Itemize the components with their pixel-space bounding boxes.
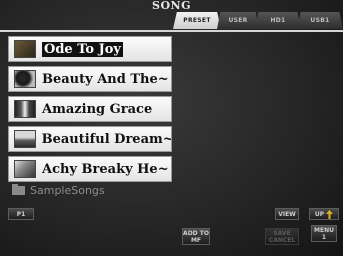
menu-number: 1 <box>321 233 327 241</box>
song-item-ode-to-joy[interactable]: Ode To Joy <box>8 36 172 62</box>
folder-item-samplesongs[interactable]: SampleSongs <box>12 184 105 197</box>
tab-hd1[interactable]: HD1 <box>255 12 301 29</box>
song-name: Achy Breaky He~ <box>42 161 169 177</box>
tab-underline <box>0 30 343 32</box>
cancel-label: CANCEL <box>268 236 296 244</box>
song-name: Beautiful Dream~ <box>41 131 171 147</box>
song-name: Amazing Grace <box>42 101 153 117</box>
add-to-mf-line2: MF <box>190 236 202 244</box>
add-to-mf-line1: ADD TO <box>183 229 209 237</box>
up-label: UP <box>314 210 325 218</box>
save-cancel-button[interactable]: SAVE CANCEL <box>265 228 299 245</box>
page-title: SONG <box>152 0 191 12</box>
menu-1-button[interactable]: MENU 1 <box>311 225 337 242</box>
song-name: Beauty And The~ <box>42 71 169 87</box>
song-thumbnail-icon <box>14 100 36 118</box>
song-item-amazing-grace[interactable]: Amazing Grace <box>8 96 172 122</box>
up-arrow-icon <box>326 209 334 219</box>
song-thumbnail-icon <box>14 160 36 178</box>
folder-name: SampleSongs <box>30 184 105 197</box>
song-screen: SONG PRESET USER HD1 USB1 Ode To Joy Bea… <box>0 0 343 256</box>
song-name: Ode To Joy <box>42 41 123 57</box>
page-p1-button[interactable]: P1 <box>8 208 34 220</box>
tab-user[interactable]: USER <box>217 12 259 29</box>
add-to-mf-button[interactable]: ADD TO MF <box>182 228 210 245</box>
song-item-achy-breaky-heart[interactable]: Achy Breaky He~ <box>8 156 172 182</box>
tab-preset[interactable]: PRESET <box>173 12 221 29</box>
up-button[interactable]: UP <box>309 208 339 220</box>
song-thumbnail-icon <box>14 70 36 88</box>
folder-icon <box>12 184 25 195</box>
save-label: SAVE <box>273 229 291 237</box>
song-item-beautiful-dreamer[interactable]: Beautiful Dream~ <box>8 126 172 152</box>
drive-tabs: PRESET USER HD1 USB1 <box>173 12 343 30</box>
view-button[interactable]: VIEW <box>275 208 299 220</box>
song-item-beauty-and-the-beast[interactable]: Beauty And The~ <box>8 66 172 92</box>
tab-usb1[interactable]: USB1 <box>297 12 343 29</box>
menu-label: MENU <box>314 226 334 234</box>
song-thumbnail-icon <box>14 40 36 58</box>
song-thumbnail-icon <box>14 130 36 148</box>
